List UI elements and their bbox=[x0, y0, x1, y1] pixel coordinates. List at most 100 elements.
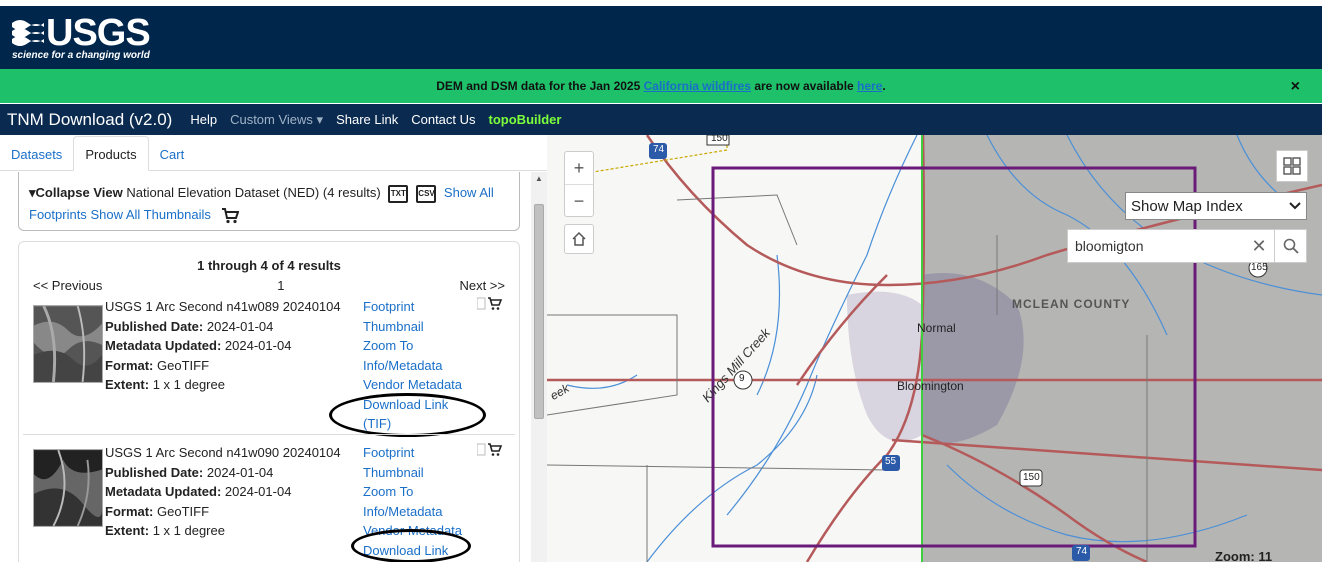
grid-icon bbox=[1283, 157, 1301, 175]
format-value: GeoTIFF bbox=[157, 357, 210, 373]
banner-link-here[interactable]: here bbox=[857, 79, 882, 93]
results-count: 1 through 4 of 4 results bbox=[197, 258, 341, 273]
results-scroll-area: ▾Collapse View National Elevation Datase… bbox=[0, 172, 530, 562]
route-150-top-label: 150 bbox=[711, 135, 728, 144]
search-button[interactable] bbox=[1274, 230, 1306, 262]
banner-text-middle: are now available bbox=[750, 79, 858, 93]
main-navbar: TNM Download (v2.0) Help Custom Views ▾ … bbox=[0, 103, 1322, 135]
route-150-bottom-label: 150 bbox=[1023, 472, 1040, 483]
bloomington-city-label: Bloomington bbox=[897, 379, 964, 393]
result-metadata: USGS 1 Arc Second n41w089 20240104 Publi… bbox=[105, 297, 341, 395]
zoom-to-link[interactable]: Zoom To bbox=[363, 482, 462, 502]
extent-label: Extent: bbox=[105, 523, 150, 538]
collapse-view-toggle[interactable]: ▾Collapse View bbox=[29, 185, 123, 200]
extent-value: 1 x 1 degree bbox=[152, 377, 225, 392]
txt-download-icon[interactable]: TXT bbox=[388, 184, 409, 203]
map-search: bloomigton ✕ bbox=[1067, 229, 1307, 263]
add-to-cart-icon[interactable] bbox=[476, 443, 505, 457]
nav-share-link[interactable]: Share Link bbox=[336, 112, 398, 127]
normal-city-label: Normal bbox=[917, 321, 956, 335]
county-label: MCLEAN COUNTY bbox=[1012, 297, 1131, 311]
annotation-circle bbox=[351, 529, 471, 562]
published-label: Published Date: bbox=[105, 464, 204, 480]
extent-value: 1 x 1 degree bbox=[152, 523, 225, 538]
add-to-cart-icon[interactable] bbox=[476, 297, 505, 311]
site-header: USGS science for a changing world bbox=[0, 6, 1322, 69]
results-scrollbar[interactable]: ▲ bbox=[531, 172, 547, 562]
usgs-wave-icon bbox=[12, 20, 44, 46]
logo-tagline: science for a changing world bbox=[12, 50, 150, 61]
result-thumbnail[interactable] bbox=[33, 449, 103, 527]
vendor-metadata-link[interactable]: Vendor Metadata bbox=[363, 375, 462, 395]
show-all-thumbnails-link[interactable]: Show All Thumbnails bbox=[90, 207, 210, 222]
map-view[interactable]: 150 74 9 55 74 150 165 eek Normal Bloomi… bbox=[547, 135, 1322, 562]
footprint-link[interactable]: Footprint bbox=[363, 443, 462, 463]
panel-tabs: Datasets Products Cart bbox=[0, 135, 547, 171]
dataset-header-box: ▾Collapse View National Elevation Datase… bbox=[18, 172, 520, 231]
nav-contact-us[interactable]: Contact Us bbox=[411, 112, 475, 127]
map-search-input[interactable]: bloomigton bbox=[1068, 238, 1244, 254]
scrollbar-thumb[interactable] bbox=[534, 204, 544, 419]
banner-text-before: DEM and DSM data for the Jan 2025 bbox=[436, 79, 644, 93]
tab-cart[interactable]: Cart bbox=[149, 137, 196, 170]
info-metadata-link[interactable]: Info/Metadata bbox=[363, 356, 462, 376]
interstate-74-top-label: 74 bbox=[653, 144, 665, 155]
updated-date: 2024-01-04 bbox=[224, 484, 292, 499]
results-panel: Datasets Products Cart ▾Collapse View Na… bbox=[0, 135, 547, 562]
zoom-controls: + − bbox=[564, 151, 594, 217]
interstate-74-bottom-label: 74 bbox=[1076, 546, 1088, 557]
previous-page-link[interactable]: << Previous bbox=[33, 278, 102, 293]
item-divider bbox=[23, 434, 515, 435]
footprint-link[interactable]: Footprint bbox=[363, 297, 462, 317]
app-title[interactable]: TNM Download (v2.0) bbox=[7, 110, 172, 130]
extent-label: Extent: bbox=[105, 377, 150, 392]
updated-date: 2024-01-04 bbox=[224, 338, 292, 353]
route-165-label: 165 bbox=[1251, 262, 1268, 273]
scroll-up-arrow-icon[interactable]: ▲ bbox=[535, 174, 543, 183]
banner-text: DEM and DSM data for the Jan 2025 Califo… bbox=[436, 79, 886, 93]
route-9-label: 9 bbox=[739, 373, 745, 384]
format-value: GeoTIFF bbox=[157, 503, 210, 519]
current-page: 1 bbox=[277, 278, 285, 293]
result-thumbnail[interactable] bbox=[33, 305, 103, 383]
banner-close-button[interactable]: × bbox=[1291, 78, 1300, 96]
thumbnail-link[interactable]: Thumbnail bbox=[363, 317, 462, 337]
basemap-gallery-button[interactable] bbox=[1276, 150, 1308, 182]
thumbnail-link[interactable]: Thumbnail bbox=[363, 463, 462, 483]
chevron-down-icon bbox=[1289, 202, 1301, 210]
dataset-name: National Elevation Dataset (NED) (4 resu… bbox=[126, 185, 381, 200]
usgs-logo[interactable]: USGS science for a changing world bbox=[12, 12, 151, 61]
published-date: 2024-01-04 bbox=[206, 318, 274, 334]
banner-text-after: . bbox=[882, 79, 886, 93]
banner-link-wildfires[interactable]: California wildfires bbox=[644, 79, 751, 93]
clear-search-icon[interactable]: ✕ bbox=[1244, 236, 1274, 257]
result-title: USGS 1 Arc Second n41w090 20240104 bbox=[105, 445, 341, 460]
home-button[interactable] bbox=[564, 224, 594, 254]
updated-label: Metadata Updated: bbox=[105, 484, 222, 499]
tab-products[interactable]: Products bbox=[73, 136, 149, 171]
nav-topobuilder[interactable]: topoBuilder bbox=[489, 112, 562, 127]
tab-datasets[interactable]: Datasets bbox=[0, 137, 73, 170]
nav-custom-views[interactable]: Custom Views ▾ bbox=[230, 112, 323, 128]
pager: << Previous 1 Next >> bbox=[33, 278, 505, 293]
zoom-in-button[interactable]: + bbox=[565, 152, 593, 184]
logo-text: USGS bbox=[46, 12, 151, 54]
map-index-select[interactable]: Show Map Index bbox=[1125, 192, 1307, 220]
info-metadata-link[interactable]: Info/Metadata bbox=[363, 502, 462, 522]
zoom-out-button[interactable]: − bbox=[565, 184, 593, 216]
nav-help[interactable]: Help bbox=[190, 112, 217, 127]
csv-download-icon[interactable]: CSV bbox=[416, 184, 437, 203]
announcement-banner: DEM and DSM data for the Jan 2025 Califo… bbox=[0, 69, 1322, 103]
map-index-value: Show Map Index bbox=[1131, 197, 1243, 215]
result-metadata: USGS 1 Arc Second n41w090 20240104 Publi… bbox=[105, 443, 341, 541]
item-actions bbox=[476, 297, 505, 314]
search-icon bbox=[1283, 238, 1299, 254]
main-content: Datasets Products Cart ▾Collapse View Na… bbox=[0, 135, 1322, 562]
result-title: USGS 1 Arc Second n41w089 20240104 bbox=[105, 299, 341, 314]
zoom-level-label: Zoom: 11 bbox=[1215, 549, 1273, 562]
next-page-link[interactable]: Next >> bbox=[459, 278, 505, 293]
zoom-to-link[interactable]: Zoom To bbox=[363, 336, 462, 356]
home-icon bbox=[572, 231, 586, 246]
published-date: 2024-01-04 bbox=[206, 464, 274, 480]
add-all-to-cart-icon[interactable] bbox=[221, 207, 239, 224]
